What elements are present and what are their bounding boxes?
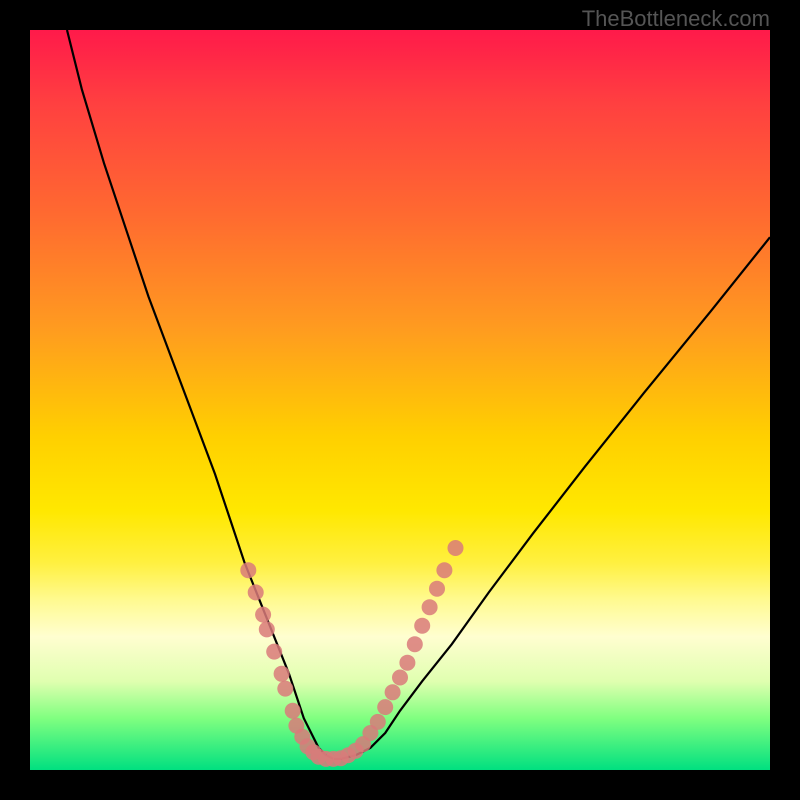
data-marker bbox=[370, 714, 386, 730]
data-marker bbox=[448, 540, 464, 556]
data-marker bbox=[259, 621, 275, 637]
watermark-text: TheBottleneck.com bbox=[582, 6, 770, 32]
data-marker bbox=[399, 655, 415, 671]
plot-area bbox=[30, 30, 770, 770]
marker-group bbox=[240, 540, 463, 767]
data-marker bbox=[285, 703, 301, 719]
data-marker bbox=[429, 581, 445, 597]
chart-frame: TheBottleneck.com bbox=[0, 0, 800, 800]
data-marker bbox=[407, 636, 423, 652]
chart-svg bbox=[30, 30, 770, 770]
data-marker bbox=[422, 599, 438, 615]
data-marker bbox=[392, 670, 408, 686]
data-marker bbox=[414, 618, 430, 634]
data-marker bbox=[377, 699, 393, 715]
data-marker bbox=[266, 644, 282, 660]
data-marker bbox=[248, 584, 264, 600]
data-marker bbox=[277, 681, 293, 697]
data-marker bbox=[436, 562, 452, 578]
data-marker bbox=[240, 562, 256, 578]
data-marker bbox=[274, 666, 290, 682]
data-marker bbox=[385, 684, 401, 700]
data-marker bbox=[255, 607, 271, 623]
